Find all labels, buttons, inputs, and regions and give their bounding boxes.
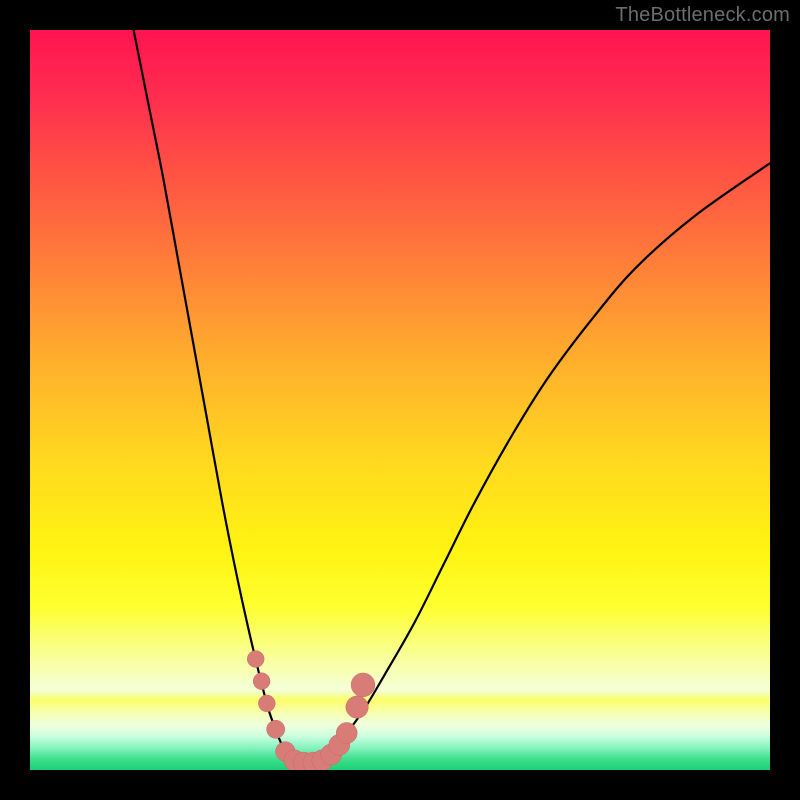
valley-dot	[253, 673, 270, 690]
chart-frame: TheBottleneck.com	[0, 0, 800, 800]
valley-dot	[247, 651, 264, 668]
curve-left-branch	[134, 30, 289, 755]
curve-layer	[30, 30, 770, 770]
plot-area	[30, 30, 770, 770]
valley-dot	[351, 673, 375, 697]
watermark-text: TheBottleneck.com	[615, 4, 790, 27]
valley-dot	[267, 720, 285, 738]
valley-dot	[336, 723, 357, 744]
valley-dot	[258, 695, 275, 712]
valley-dots-group	[247, 651, 375, 770]
curve-right-branch	[326, 163, 770, 755]
valley-dot	[346, 696, 368, 718]
